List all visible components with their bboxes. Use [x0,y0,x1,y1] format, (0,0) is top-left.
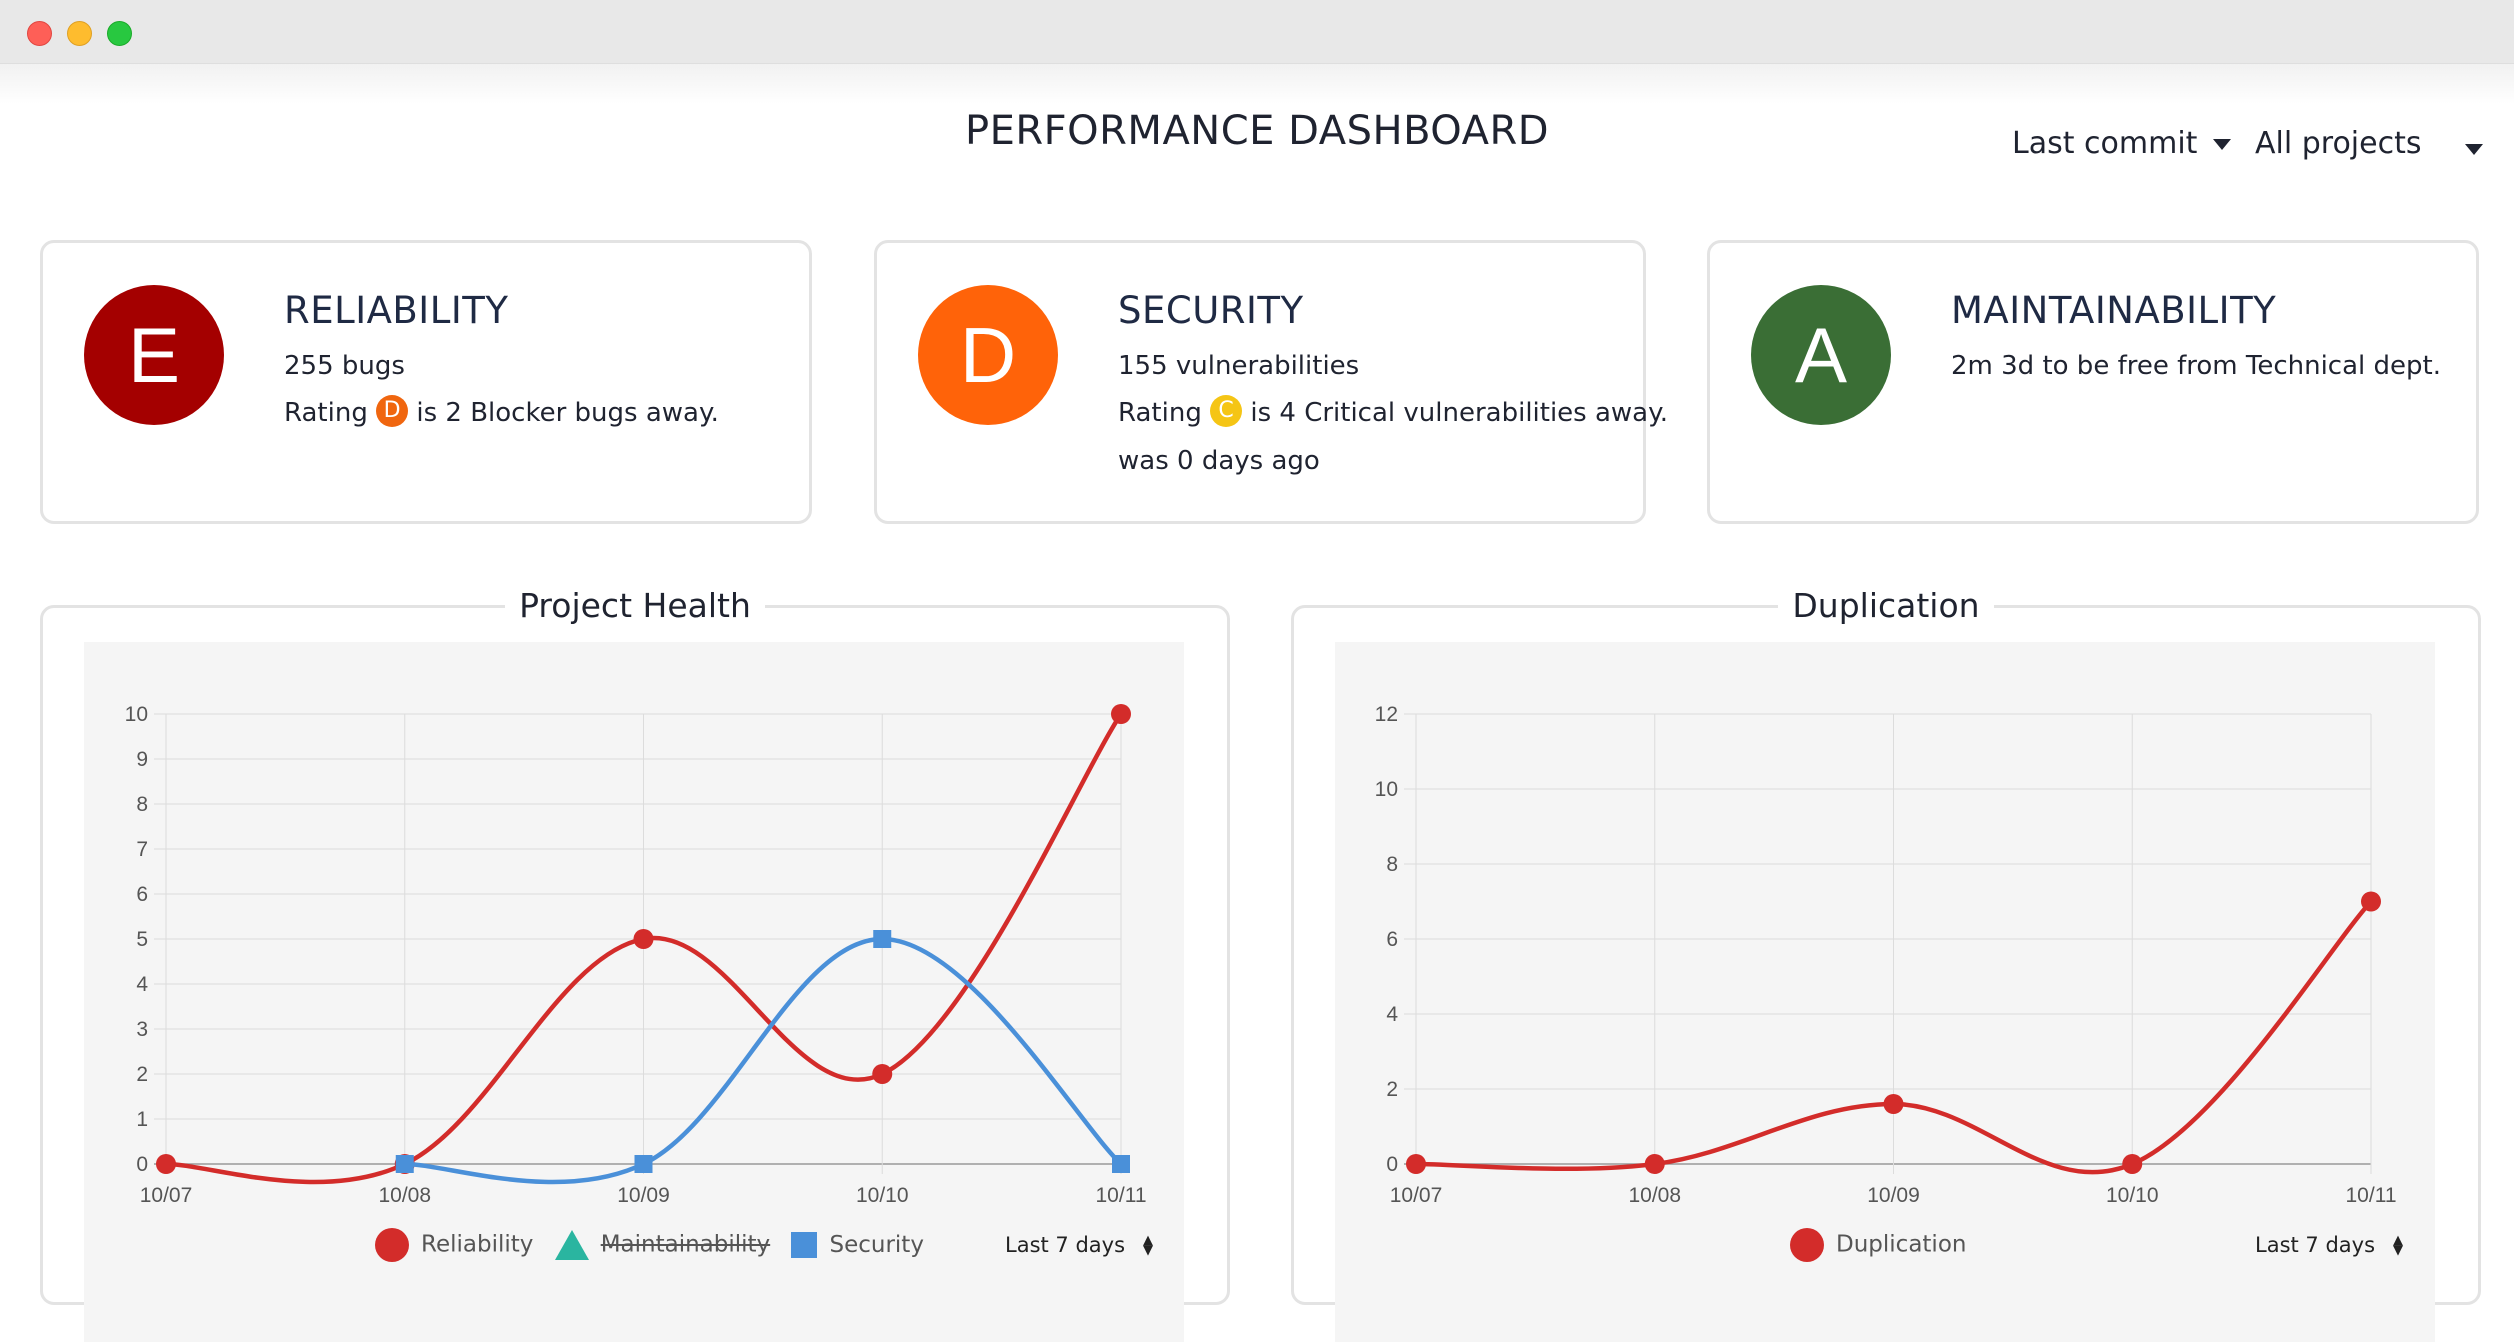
health-y-tick-label: 6 [136,883,148,906]
health-y-tick-label: 3 [136,1018,148,1041]
duplication-x-tick-label: 10/11 [2346,1184,2397,1207]
duplication-x-tick-label: 10/09 [1867,1184,1920,1207]
health-y-tick-label: 4 [136,973,148,996]
health-point-reliability [156,1154,176,1174]
circle-marker-icon [1790,1228,1824,1262]
duplication-y-tick-label: 2 [1386,1078,1398,1101]
duplication-legend: Duplication [1790,1228,1980,1262]
health-y-tick-label: 7 [136,838,148,861]
triangle-marker-icon [554,1230,589,1260]
updown-arrows-icon: ▲ ▼ [1143,1233,1154,1258]
duplication-point-duplication [2122,1154,2143,1174]
duplication-y-tick-label: 12 [1375,703,1398,726]
health-x-tick-label: 10/11 [1096,1184,1147,1207]
health-point-security [873,930,892,948]
duplication-y-tick-label: 10 [1375,778,1398,801]
updown-arrows-icon: ▲ ▼ [2393,1233,2404,1258]
legend-label: Duplication [1836,1231,1967,1258]
duplication-x-tick-label: 10/08 [1628,1184,1681,1207]
health-x-tick-label: 10/07 [140,1184,193,1207]
legend-item-duplication[interactable]: Duplication [1790,1228,1966,1262]
duplication-x-tick-label: 10/10 [2106,1184,2159,1207]
duplication-y-tick-label: 4 [1386,1003,1398,1026]
health-point-reliability [633,929,654,949]
duplication-point-duplication [1644,1154,1665,1174]
duplication-y-tick-label: 8 [1386,853,1398,876]
legend-label: Security [829,1231,924,1258]
health-x-tick-label: 10/08 [378,1184,431,1207]
legend-item-reliability[interactable]: Reliability [375,1228,533,1262]
health-y-tick-label: 0 [136,1153,148,1176]
legend-item-maintainability[interactable]: Maintainability [554,1230,771,1260]
health-y-tick-label: 2 [136,1063,148,1086]
health-y-tick-label: 5 [136,928,148,951]
legend-label: Maintainability [600,1231,771,1258]
duplication-range-select[interactable]: Last 7 days ▲ ▼ [2255,1233,2403,1257]
range-label: Last 7 days [2255,1233,2376,1257]
legend-item-security[interactable]: Security [791,1231,924,1259]
duplication-point-duplication [1406,1154,1426,1174]
health-point-reliability [1111,704,1131,724]
health-x-tick-label: 10/10 [856,1184,909,1207]
health-y-tick-label: 9 [136,748,148,771]
legend-label: Reliability [421,1231,534,1258]
square-marker-icon [791,1232,818,1259]
duplication-point-duplication [1883,1094,1904,1114]
project-health-legend: Reliability Maintainability Security [375,1228,938,1262]
health-point-security [634,1155,653,1173]
duplication-point-duplication [2361,891,2381,912]
health-point-security [1112,1155,1130,1173]
health-x-tick-label: 10/09 [617,1184,670,1207]
health-y-tick-label: 10 [125,703,148,726]
circle-marker-icon [375,1228,409,1262]
range-label: Last 7 days [1005,1233,1126,1257]
project-health-range-select[interactable]: Last 7 days ▲ ▼ [1005,1233,1153,1257]
health-point-security [395,1155,414,1173]
health-point-reliability [872,1064,893,1084]
charts-svg: 01234567891010/07 10/08 10/09 10/10 10/11024… [125,703,2397,1207]
duplication-x-tick-label: 10/07 [1390,1184,1443,1207]
duplication-y-tick-label: 6 [1386,928,1398,951]
health-y-tick-label: 1 [136,1108,148,1131]
health-y-tick-label: 8 [136,793,148,816]
duplication-y-tick-label: 0 [1386,1153,1398,1176]
